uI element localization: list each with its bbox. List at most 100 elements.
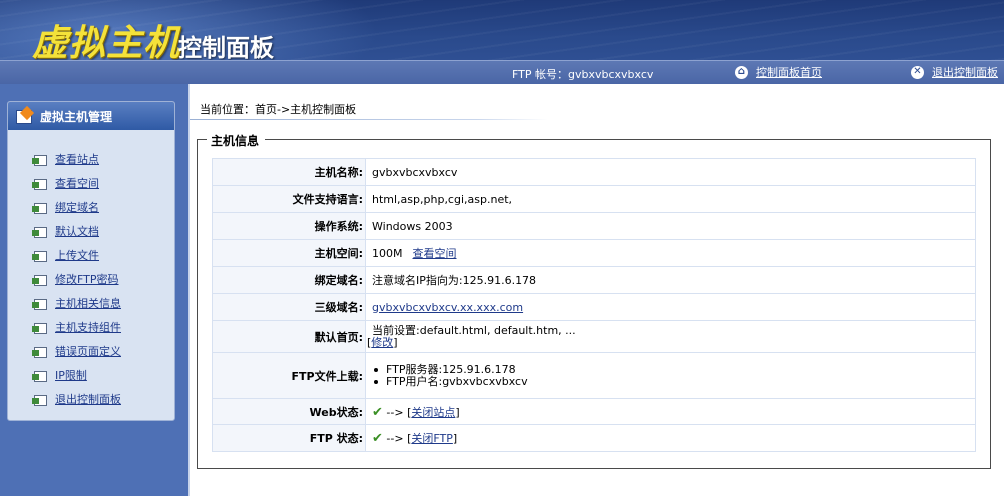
sidebar-item-label[interactable]: 查看空间 <box>55 175 99 191</box>
close-site-link[interactable]: 关闭站点 <box>411 406 455 419</box>
ftp-server-item: FTP服务器:125.91.6.178 <box>372 363 975 376</box>
sidebar-item-view-space[interactable]: 查看空间 <box>32 171 174 195</box>
exit-link-label[interactable]: 退出控制面板 <box>932 64 998 80</box>
app-title: 虚拟主机 <box>32 22 181 64</box>
web-bracket-close: ] <box>455 405 460 419</box>
languages-value: html,asp,php,cgi,asp.net, <box>365 185 976 213</box>
host-info-table: 主机名称: gvbxvbcxvbxcv 文件支持语言: html,asp,php… <box>212 158 976 452</box>
breadcrumb-row: 当前位置：首页->主机控制面板 <box>190 95 1004 121</box>
sidebar-item-default-doc[interactable]: 默认文档 <box>32 219 174 243</box>
table-row: 主机空间: 100M 查看空间 <box>212 239 976 267</box>
os-value: Windows 2003 <box>365 212 976 240</box>
modify-default-page-link[interactable]: 修改 <box>371 336 393 349</box>
ftp-bracket-close: ] <box>452 432 458 445</box>
sidebar-list: 查看站点 查看空间 绑定域名 默认文档 上传文件 修改FTP密码 主机相关信息 … <box>8 130 174 411</box>
default-page-label: 默认首页: <box>212 320 366 353</box>
page-icon <box>32 153 48 166</box>
sidebar-item-label[interactable]: 错误页面定义 <box>55 343 121 359</box>
app-subtitle: 控制面板 <box>178 34 274 62</box>
page-icon <box>32 345 48 358</box>
sidebar-item-label[interactable]: 主机相关信息 <box>55 295 121 311</box>
page-icon <box>32 393 48 406</box>
space-cell: 100M 查看空间 <box>365 239 976 267</box>
sidebar-divider <box>188 84 190 496</box>
table-row: 三级域名: gvbxvbcxvbxcv.xx.xxx.com <box>212 293 976 321</box>
host-name-label: 主机名称: <box>212 158 366 186</box>
table-row: FTP 状态: ✔ --> [关闭FTP] <box>212 424 976 452</box>
space-label: 主机空间: <box>212 239 366 267</box>
sidebar-item-label[interactable]: 查看站点 <box>55 151 99 167</box>
ftp-user-item: FTP用户名:gvbxvbcxvbxcv <box>372 375 975 388</box>
sidebar-item-error-pages[interactable]: 错误页面定义 <box>32 339 174 363</box>
page-icon <box>32 249 48 262</box>
sidebar-item-host-info[interactable]: 主机相关信息 <box>32 291 174 315</box>
bind-domain-value: 注意域名IP指向为:125.91.6.178 <box>365 266 976 294</box>
sidebar-item-ftp-password[interactable]: 修改FTP密码 <box>32 267 174 291</box>
home-link[interactable]: ⌂ 控制面板首页 <box>735 64 822 80</box>
web-status-arrow: --> <box>386 405 408 419</box>
sidebar-item-label[interactable]: IP限制 <box>55 367 87 383</box>
sidebar-item-components[interactable]: 主机支持组件 <box>32 315 174 339</box>
page-icon <box>32 225 48 238</box>
table-row: 绑定域名: 注意域名IP指向为:125.91.6.178 <box>212 266 976 294</box>
sidebar-item-view-site[interactable]: 查看站点 <box>32 147 174 171</box>
sidebar-item-label[interactable]: 上传文件 <box>55 247 99 263</box>
bind-domain-label: 绑定域名: <box>212 266 366 294</box>
folder-icon <box>16 108 34 124</box>
web-status-cell: ✔ --> [关闭站点] <box>365 398 976 425</box>
sidebar-item-label[interactable]: 默认文档 <box>55 223 99 239</box>
table-row: 文件支持语言: html,asp,php,cgi,asp.net, <box>212 185 976 213</box>
sidebar-menu: 虚拟主机管理 查看站点 查看空间 绑定域名 默认文档 上传文件 修改FTP密码 … <box>7 101 175 421</box>
sidebar-item-label[interactable]: 退出控制面板 <box>55 391 121 407</box>
page-icon <box>32 369 48 382</box>
close-circle-icon: ✕ <box>911 65 924 79</box>
table-row: 操作系统: Windows 2003 <box>212 212 976 240</box>
os-label: 操作系统: <box>212 212 366 240</box>
third-domain-link[interactable]: gvbxvbcxvbxcv.xx.xxx.com <box>372 301 523 314</box>
ftp-account-value: gvbxvbcxvbxcv <box>567 68 654 81</box>
sidebar-item-ip-limit[interactable]: IP限制 <box>32 363 174 387</box>
header-banner: 虚拟主机 控制面板 FTP 帐号：gvbxvbcxvbxcv ⌂ 控制面板首页 … <box>0 0 1004 84</box>
sidebar-item-label[interactable]: 绑定域名 <box>55 199 99 215</box>
default-page-value: 当前设置:default.html, default.htm, ... <box>372 323 576 337</box>
sidebar-item-upload[interactable]: 上传文件 <box>32 243 174 267</box>
third-domain-label: 三级域名: <box>212 293 366 321</box>
ftp-upload-label: FTP文件上载: <box>212 352 366 399</box>
ftp-upload-cell: FTP服务器:125.91.6.178 FTP用户名:gvbxvbcxvbxcv <box>365 352 976 399</box>
section-title: 主机信息 <box>207 132 266 149</box>
modify-wrapper: [修改] <box>367 335 975 349</box>
sidebar-item-label[interactable]: 修改FTP密码 <box>55 271 119 287</box>
host-name-value: gvbxvbcxvbxcv <box>365 158 976 186</box>
modify-bracket-close: ] <box>393 335 398 349</box>
table-row: Web状态: ✔ --> [关闭站点] <box>212 398 976 425</box>
page-icon <box>32 201 48 214</box>
ftp-status-arrow: --> <box>386 432 408 445</box>
sidebar-item-bind-domain[interactable]: 绑定域名 <box>32 195 174 219</box>
sidebar-header: 虚拟主机管理 <box>8 102 174 130</box>
ftp-status-cell: ✔ --> [关闭FTP] <box>365 424 976 452</box>
exit-link[interactable]: ✕ 退出控制面板 <box>911 64 998 80</box>
sidebar-item-label[interactable]: 主机支持组件 <box>55 319 121 335</box>
languages-label: 文件支持语言: <box>212 185 366 213</box>
check-icon: ✔ <box>372 404 383 420</box>
default-page-cell: 当前设置:default.html, default.htm, ... [修改] <box>365 320 976 353</box>
page-icon <box>32 321 48 334</box>
table-row: 主机名称: gvbxvbcxvbxcv <box>212 158 976 186</box>
header-bar <box>0 60 1004 84</box>
sidebar-item-exit[interactable]: 退出控制面板 <box>32 387 174 411</box>
ftp-upload-list: FTP服务器:125.91.6.178 FTP用户名:gvbxvbcxvbxcv <box>372 363 975 388</box>
ftp-account: FTP 帐号：gvbxvbcxvbxcv <box>512 66 653 82</box>
page-icon <box>32 273 48 286</box>
table-row: FTP文件上载: FTP服务器:125.91.6.178 FTP用户名:gvbx… <box>212 352 976 399</box>
page-icon <box>32 177 48 190</box>
space-value: 100M <box>372 247 403 260</box>
home-link-label[interactable]: 控制面板首页 <box>756 64 822 80</box>
ftp-account-label: FTP 帐号： <box>512 68 568 81</box>
table-row: 默认首页: 当前设置:default.html, default.htm, ..… <box>212 320 976 353</box>
view-space-link[interactable]: 查看空间 <box>413 247 457 260</box>
check-icon: ✔ <box>372 431 383 446</box>
breadcrumb: 当前位置：首页->主机控制面板 <box>200 103 357 116</box>
home-icon: ⌂ <box>735 65 748 79</box>
sidebar-title: 虚拟主机管理 <box>40 109 113 124</box>
close-ftp-link[interactable]: 关闭FTP <box>411 432 453 445</box>
